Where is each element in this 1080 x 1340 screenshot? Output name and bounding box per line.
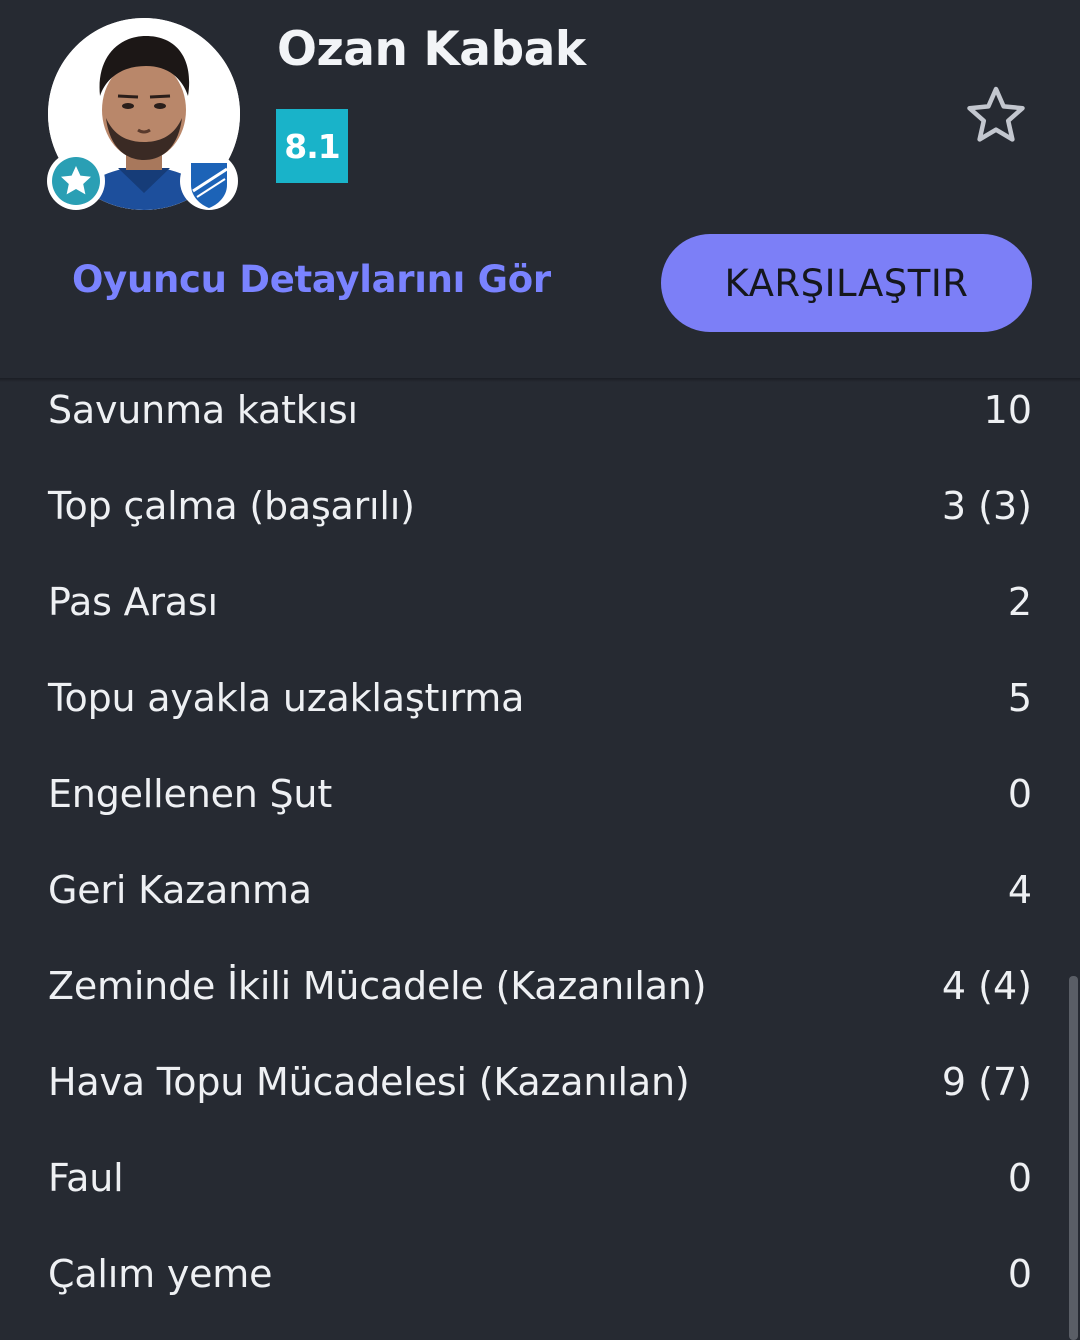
- stat-value: 0: [1007, 1156, 1032, 1200]
- stat-label: Engellenen Şut: [48, 772, 333, 816]
- stat-label: Pas Arası: [48, 580, 218, 624]
- player-header: Ozan Kabak 8.1 Oyuncu Detaylarını Gör KA…: [0, 0, 1080, 378]
- stat-label: Top çalma (başarılı): [48, 484, 415, 528]
- stat-label: Hava Topu Mücadelesi (Kazanılan): [48, 1060, 690, 1104]
- stat-value: 9 (7): [941, 1060, 1032, 1104]
- stat-label: Geri Kazanma: [48, 868, 312, 912]
- stat-value: 0: [1007, 772, 1032, 816]
- stat-row-aerial-duels: Hava Topu Mücadelesi (Kazanılan) 9 (7): [0, 1034, 1080, 1130]
- stat-label: Topu ayakla uzaklaştırma: [48, 676, 525, 720]
- stat-row-fouls: Faul 0: [0, 1130, 1080, 1226]
- star-outline-icon: [967, 86, 1025, 142]
- player-name: Ozan Kabak: [277, 22, 586, 77]
- stat-row-recoveries: Geri Kazanma 4: [0, 842, 1080, 938]
- stat-value: 0: [1007, 1252, 1032, 1296]
- defense-stats-list[interactable]: Savunma katkısı 10 Top çalma (başarılı) …: [0, 362, 1080, 1322]
- favorite-button[interactable]: [962, 82, 1030, 148]
- stat-value: 5: [1007, 676, 1032, 720]
- stat-value: 4 (4): [941, 964, 1032, 1008]
- stat-label: Zeminde İkili Mücadele (Kazanılan): [48, 964, 707, 1008]
- stat-row-ground-duels: Zeminde İkili Mücadele (Kazanılan) 4 (4): [0, 938, 1080, 1034]
- stat-value: 4: [1007, 868, 1032, 912]
- stat-row-defensive-contribution: Savunma katkısı 10: [0, 362, 1080, 458]
- club-crest-icon: [180, 152, 238, 210]
- stat-row-clearances: Topu ayakla uzaklaştırma 5: [0, 650, 1080, 746]
- stat-row-interceptions: Pas Arası 2: [0, 554, 1080, 650]
- stat-row-dribbled-past: Çalım yeme 0: [0, 1226, 1080, 1322]
- club-crest: [178, 150, 240, 212]
- stat-row-tackles: Top çalma (başarılı) 3 (3): [0, 458, 1080, 554]
- player-details-link[interactable]: Oyuncu Detaylarını Gör: [72, 258, 551, 301]
- compare-button[interactable]: KARŞILAŞTIR: [661, 234, 1032, 332]
- scrollbar-thumb[interactable]: [1069, 976, 1078, 1340]
- stat-label: Çalım yeme: [48, 1252, 273, 1296]
- stat-value: 3 (3): [941, 484, 1032, 528]
- player-star-badge: [47, 152, 105, 210]
- stat-row-blocked-shots: Engellenen Şut 0: [0, 746, 1080, 842]
- stat-label: Savunma katkısı: [48, 388, 358, 432]
- rating-badge: 8.1: [276, 109, 348, 183]
- stat-value: 2: [1007, 580, 1032, 624]
- stat-label: Faul: [48, 1156, 124, 1200]
- star-badge-icon: [52, 157, 100, 205]
- stat-value: 10: [983, 388, 1032, 432]
